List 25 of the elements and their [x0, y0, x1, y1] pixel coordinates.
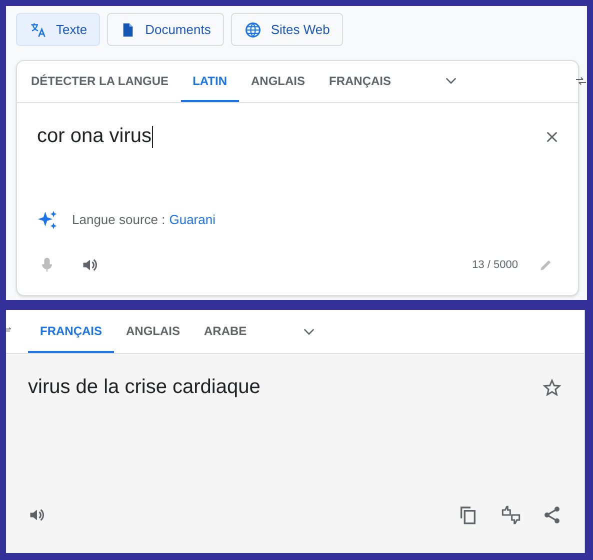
globe-icon [244, 20, 262, 38]
mode-button[interactable]: Texte [16, 13, 100, 46]
language-tab[interactable]: FRANÇAIS [28, 310, 114, 353]
language-tab[interactable]: ARABE [192, 310, 259, 353]
feedback-icon[interactable] [500, 505, 522, 525]
language-link[interactable]: Guarani [169, 210, 216, 230]
language-tab[interactable]: ANGLAIS [239, 61, 317, 102]
speaker-icon[interactable] [28, 506, 46, 524]
source-language-label: Langue source : [72, 211, 166, 230]
star-icon[interactable] [542, 378, 562, 398]
language-tab[interactable]: FRANÇAIS [317, 61, 403, 102]
language-tab[interactable]: ANGLAIS [114, 310, 192, 353]
mode-button[interactable]: Sites Web [230, 13, 343, 46]
share-icon[interactable] [542, 505, 562, 525]
copy-icon[interactable] [458, 505, 478, 525]
close-icon[interactable] [544, 129, 560, 145]
speaker-icon[interactable] [81, 256, 99, 274]
translate-icon [29, 20, 47, 38]
mode-button[interactable]: Documents [107, 13, 224, 46]
language-tab[interactable]: DÉTECTER LA LANGUE [19, 61, 181, 102]
sparkle-icon [37, 209, 59, 231]
character-counter: 13 / 5000 [472, 258, 518, 273]
translation-text: virus de la crise cardiaque [28, 375, 262, 400]
input-field[interactable]: cor ona virus [37, 123, 544, 149]
language-tab[interactable]: LATIN [180, 61, 239, 102]
